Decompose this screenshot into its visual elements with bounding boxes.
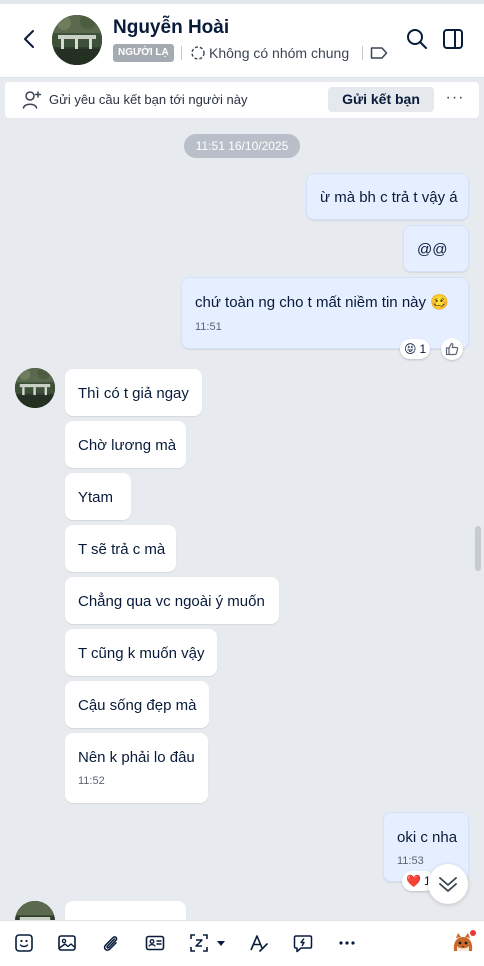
contact-card-icon [145, 935, 165, 951]
message-bubble-received[interactable]: Ytam [65, 473, 131, 520]
reaction-emoji: 😝 [404, 342, 417, 356]
divider [362, 46, 363, 60]
mascot-button[interactable] [450, 929, 476, 955]
message-text: oki c nha [397, 829, 458, 846]
message-bubble-received[interactable]: T cũng k muốn vậy [65, 629, 217, 676]
composer-toolbar [0, 920, 484, 966]
message-text: T cũng k muốn vậy [78, 645, 205, 662]
more-icon [339, 941, 355, 945]
like-button[interactable] [441, 338, 463, 360]
screenshot-icon [190, 934, 208, 952]
mutual-groups-link[interactable]: Không có nhóm chung [209, 45, 349, 61]
sidebar-toggle-icon[interactable] [441, 27, 465, 51]
contact-card-button[interactable] [144, 932, 166, 954]
text-format-button[interactable] [248, 932, 270, 954]
attach-file-button[interactable] [99, 932, 121, 954]
thumbs-up-icon [445, 342, 459, 356]
message-text: @@ [417, 241, 448, 258]
scrollbar-thumb[interactable] [475, 526, 481, 571]
more-options-button[interactable]: ··· [445, 90, 465, 110]
message-bubble-sent[interactable]: chứ toàn ng cho t mất niềm tin này 🥴 11:… [181, 277, 469, 349]
tag-icon[interactable] [370, 46, 388, 60]
reaction-count: 1 [419, 342, 427, 356]
date-divider: 11:51 16/10/2025 [184, 134, 300, 158]
message-text: Chẳng qua vc ngoài ý muốn [78, 593, 265, 610]
double-chevron-down-icon [439, 877, 457, 892]
message-bubble-received[interactable]: Chẳng qua vc ngoài ý muốn [65, 577, 279, 624]
more-tools-button[interactable] [336, 932, 358, 954]
message-bubble-sent[interactable]: ừ mà bh c trả t vậy á [306, 173, 469, 220]
image-button[interactable] [56, 932, 78, 954]
reaction-badge[interactable]: 😝 1 [400, 339, 431, 359]
format-text-icon [250, 935, 268, 952]
sticker-icon [15, 934, 33, 952]
quick-message-icon [293, 935, 313, 953]
reaction-emoji: ❤️ [406, 874, 421, 888]
stranger-badge: NGƯỜI LẠ [113, 44, 174, 62]
mascot-icon [453, 930, 476, 951]
attachment-icon [103, 936, 118, 951]
message-bubble-received[interactable]: Chờ lương mà [65, 421, 186, 468]
contact-name[interactable]: Nguyễn Hoài [113, 17, 229, 39]
screenshot-options-dropdown[interactable] [214, 932, 228, 954]
message-text: Thì có t giả ngay [78, 385, 189, 402]
top-border [0, 0, 484, 4]
message-time: 11:51 [195, 321, 222, 333]
contact-avatar[interactable] [52, 15, 102, 65]
message-bubble-received[interactable]: Cậu sống đẹp mà [65, 681, 209, 728]
caret-down-icon [217, 941, 225, 946]
sender-avatar[interactable] [15, 368, 55, 408]
message-text: Ytam [78, 489, 114, 506]
image-icon [58, 935, 76, 951]
message-text: chứ toàn ng cho t mất niềm tin này [195, 294, 426, 311]
chevron-left-icon [24, 30, 34, 48]
message-content: chứ toàn ng cho t mất niềm tin này 🥴 [195, 293, 455, 311]
message-bubble-received[interactable]: Nên k phải lo đâu 11:52 [65, 733, 208, 803]
message-bubble-received[interactable]: T sẽ trả c mà [65, 525, 176, 572]
friend-request-text: Gửi yêu cầu kết bạn tới người này [49, 92, 248, 107]
message-text: ừ mà bh c trả t vậy á [320, 189, 458, 206]
message-text: T sẽ trả c mà [78, 541, 166, 558]
sticker-button[interactable] [13, 932, 35, 954]
screenshot-button[interactable] [188, 932, 210, 954]
friend-request-bar: Gửi yêu cầu kết bạn tới người này Gửi kế… [5, 82, 479, 118]
add-user-icon [22, 91, 42, 109]
message-bubble-sent[interactable]: @@ [403, 225, 469, 272]
message-text: Nên k phải lo đâu [78, 749, 195, 766]
search-icon[interactable] [405, 27, 429, 51]
woozy-face-emoji: 🥴 [430, 294, 449, 311]
message-bubble-received[interactable]: Thì có t giả ngay [65, 369, 202, 416]
send-friend-request-button[interactable]: Gửi kết bạn [328, 87, 434, 112]
message-time: 11:52 [78, 775, 105, 787]
back-button[interactable] [14, 24, 44, 54]
scroll-to-bottom-button[interactable] [428, 864, 468, 904]
message-text: Chờ lương mà [78, 437, 177, 454]
message-text: Cậu sống đẹp mà [78, 697, 197, 714]
group-icon [191, 46, 205, 60]
divider [181, 46, 182, 60]
chat-header: Nguyễn Hoài NGƯỜI LẠ Không có nhóm chung [0, 0, 484, 78]
quick-message-button[interactable] [292, 932, 314, 954]
